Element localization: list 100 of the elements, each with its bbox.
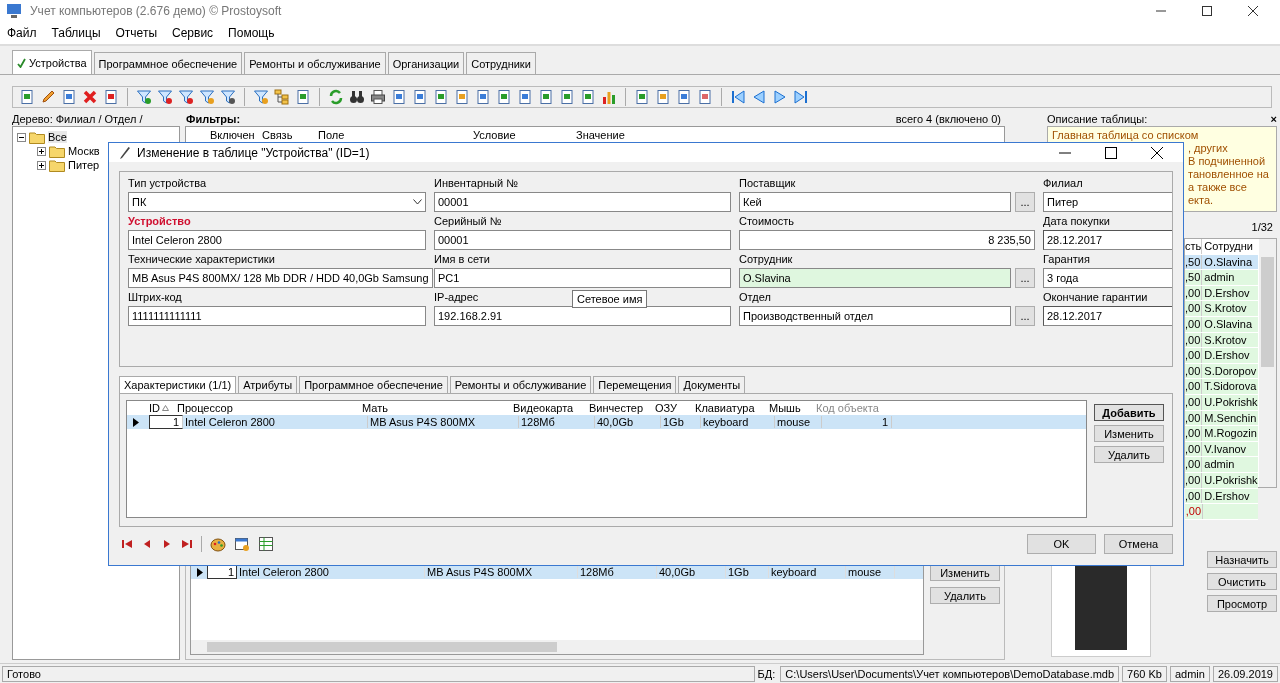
table-row[interactable]: ,00 T.Sidorova bbox=[1185, 379, 1258, 395]
column-header[interactable]: Винчестер bbox=[589, 401, 655, 415]
pencil-icon[interactable] bbox=[40, 89, 56, 105]
menu-item[interactable]: Отчеты bbox=[115, 26, 157, 40]
binoculars-icon[interactable] bbox=[349, 89, 365, 105]
column-header[interactable]: Мышь bbox=[769, 401, 816, 415]
input-field[interactable]: PC1 bbox=[434, 268, 731, 288]
filter-icon[interactable] bbox=[220, 89, 236, 105]
browse-button[interactable]: ... bbox=[1015, 268, 1035, 288]
palette-icon[interactable] bbox=[210, 536, 226, 552]
column-header[interactable]: ID bbox=[149, 401, 177, 415]
column-header[interactable]: сть bbox=[1185, 239, 1203, 254]
vertical-scrollbar[interactable] bbox=[1259, 239, 1276, 487]
close-icon[interactable] bbox=[1248, 6, 1258, 16]
button[interactable]: Удалить bbox=[930, 587, 1000, 604]
browse-button[interactable]: ... bbox=[1015, 192, 1035, 212]
expand-icon[interactable] bbox=[37, 146, 46, 156]
maximize-icon[interactable] bbox=[1202, 6, 1212, 16]
table-row[interactable]: 1 Intel Celeron 2800 MB Asus P4S 800MX 128Мб 40,0Gb 1Gb keyboard mouse 1 bbox=[127, 415, 1086, 429]
tab[interactable]: Перемещения bbox=[593, 376, 677, 393]
column-header[interactable]: Процессор bbox=[177, 401, 362, 415]
tab[interactable]: Ремонты и обслуживание bbox=[244, 52, 386, 74]
maximize-icon[interactable] bbox=[1105, 146, 1117, 159]
delete-icon[interactable] bbox=[82, 89, 98, 105]
column-header[interactable]: Включен bbox=[210, 129, 262, 141]
tab[interactable]: Характеристики (1/1) bbox=[119, 376, 237, 393]
tab[interactable]: Устройства bbox=[12, 50, 92, 74]
horizontal-scrollbar[interactable] bbox=[191, 640, 923, 654]
window-settings-icon[interactable] bbox=[234, 536, 250, 552]
input-field[interactable]: Производственный отдел bbox=[739, 306, 1011, 326]
panel-title: Описание таблицы: bbox=[1047, 112, 1148, 126]
dropdown[interactable]: ПК bbox=[128, 192, 426, 212]
browse-button[interactable]: ... bbox=[1015, 306, 1035, 326]
button[interactable]: Изменить bbox=[1094, 425, 1164, 442]
tab[interactable]: Программное обеспечение bbox=[93, 52, 243, 74]
date-field[interactable]: 28.12.2017 bbox=[1043, 230, 1172, 250]
ok-button[interactable]: OK bbox=[1027, 534, 1096, 554]
table-row[interactable]: ,00 admin bbox=[1185, 457, 1258, 473]
tree-item[interactable]: Москв bbox=[68, 145, 100, 157]
last-record-icon[interactable] bbox=[793, 89, 809, 105]
tab[interactable]: Документы bbox=[678, 376, 746, 393]
menu-item[interactable]: Помощь bbox=[228, 26, 275, 40]
refresh-icon[interactable] bbox=[328, 89, 344, 105]
first-record-icon[interactable] bbox=[121, 539, 133, 549]
input-field[interactable]: MB Asus P4S 800MX/ 128 Mb DDR / HDD 40,0Gb Samsung bbox=[128, 268, 433, 288]
tree-icon[interactable] bbox=[274, 89, 290, 105]
table-row[interactable]: ,00 M.Rogozin bbox=[1185, 426, 1258, 442]
input-field[interactable]: O.Slavina bbox=[739, 268, 1011, 288]
input-field[interactable]: 00001 bbox=[434, 192, 731, 212]
close-icon[interactable] bbox=[1151, 146, 1163, 159]
printer-icon[interactable] bbox=[370, 89, 386, 105]
button[interactable]: Добавить bbox=[1094, 404, 1164, 421]
column-header[interactable]: Видеокарта bbox=[513, 401, 589, 415]
cancel-button[interactable]: Отмена bbox=[1104, 534, 1173, 554]
last-record-icon[interactable] bbox=[181, 539, 193, 549]
table-row[interactable]: ,00 D.Ershov bbox=[1185, 348, 1258, 364]
next-record-icon[interactable] bbox=[772, 89, 788, 105]
menu-item[interactable]: Сервис bbox=[172, 26, 214, 40]
expand-icon[interactable] bbox=[37, 160, 46, 170]
input-field[interactable]: 3 года bbox=[1043, 268, 1172, 288]
input-field[interactable]: 1111111111111 bbox=[128, 306, 426, 326]
previous-record-icon[interactable] bbox=[751, 89, 767, 105]
input-field[interactable]: 8 235,50 bbox=[739, 230, 1035, 250]
column-header[interactable]: Условие bbox=[473, 129, 576, 141]
filter-icon[interactable] bbox=[199, 89, 215, 105]
column-header[interactable]: Значение bbox=[576, 129, 625, 141]
bar-chart-icon[interactable] bbox=[601, 89, 617, 105]
table-row[interactable]: ,50 admin bbox=[1185, 270, 1258, 286]
menu-item[interactable]: Файл bbox=[7, 26, 37, 40]
table-cell-text: admin bbox=[1203, 457, 1236, 472]
tab[interactable]: Атрибуты bbox=[238, 376, 298, 393]
input-field[interactable]: Питер bbox=[1043, 192, 1172, 212]
column-header[interactable]: Связь bbox=[262, 129, 318, 141]
tree-item[interactable]: Питер bbox=[68, 159, 100, 171]
tab[interactable]: Организации bbox=[387, 52, 465, 74]
date-field[interactable]: 28.12.2017 bbox=[1043, 306, 1172, 326]
collapse-icon[interactable] bbox=[17, 132, 26, 142]
column-header[interactable]: Клавиатура bbox=[695, 401, 769, 415]
input-field[interactable]: Кей bbox=[739, 192, 1011, 212]
button[interactable]: Удалить bbox=[1094, 446, 1164, 463]
button[interactable]: Просмотр bbox=[1207, 595, 1277, 612]
tab[interactable]: Ремонты и обслуживание bbox=[449, 376, 592, 393]
column-header[interactable]: Сотрудни bbox=[1202, 239, 1258, 254]
tree-item[interactable]: Все bbox=[48, 131, 67, 143]
close-button[interactable]: × bbox=[1270, 112, 1277, 126]
button[interactable]: Назначить bbox=[1207, 551, 1277, 568]
column-header[interactable]: Поле bbox=[318, 129, 473, 141]
input-field[interactable]: Intel Celeron 2800 bbox=[128, 230, 426, 250]
tab[interactable]: Сотрудники bbox=[466, 52, 536, 74]
menu-item[interactable]: Таблицы bbox=[51, 26, 101, 40]
button[interactable]: Очистить bbox=[1207, 573, 1277, 590]
column-header[interactable]: ОЗУ bbox=[655, 401, 695, 415]
column-header[interactable]: Мать bbox=[362, 401, 513, 415]
tab[interactable]: Программное обеспечение bbox=[299, 376, 448, 393]
table-row[interactable]: ,00 bbox=[1185, 504, 1258, 520]
input-field[interactable]: 00001 bbox=[434, 230, 731, 250]
first-record-icon[interactable] bbox=[730, 89, 746, 105]
table-row[interactable]: ,00 S.Krotov bbox=[1185, 301, 1258, 317]
column-header[interactable]: Код объекта bbox=[816, 401, 886, 415]
input-field[interactable]: 192.168.2.91 bbox=[434, 306, 731, 326]
